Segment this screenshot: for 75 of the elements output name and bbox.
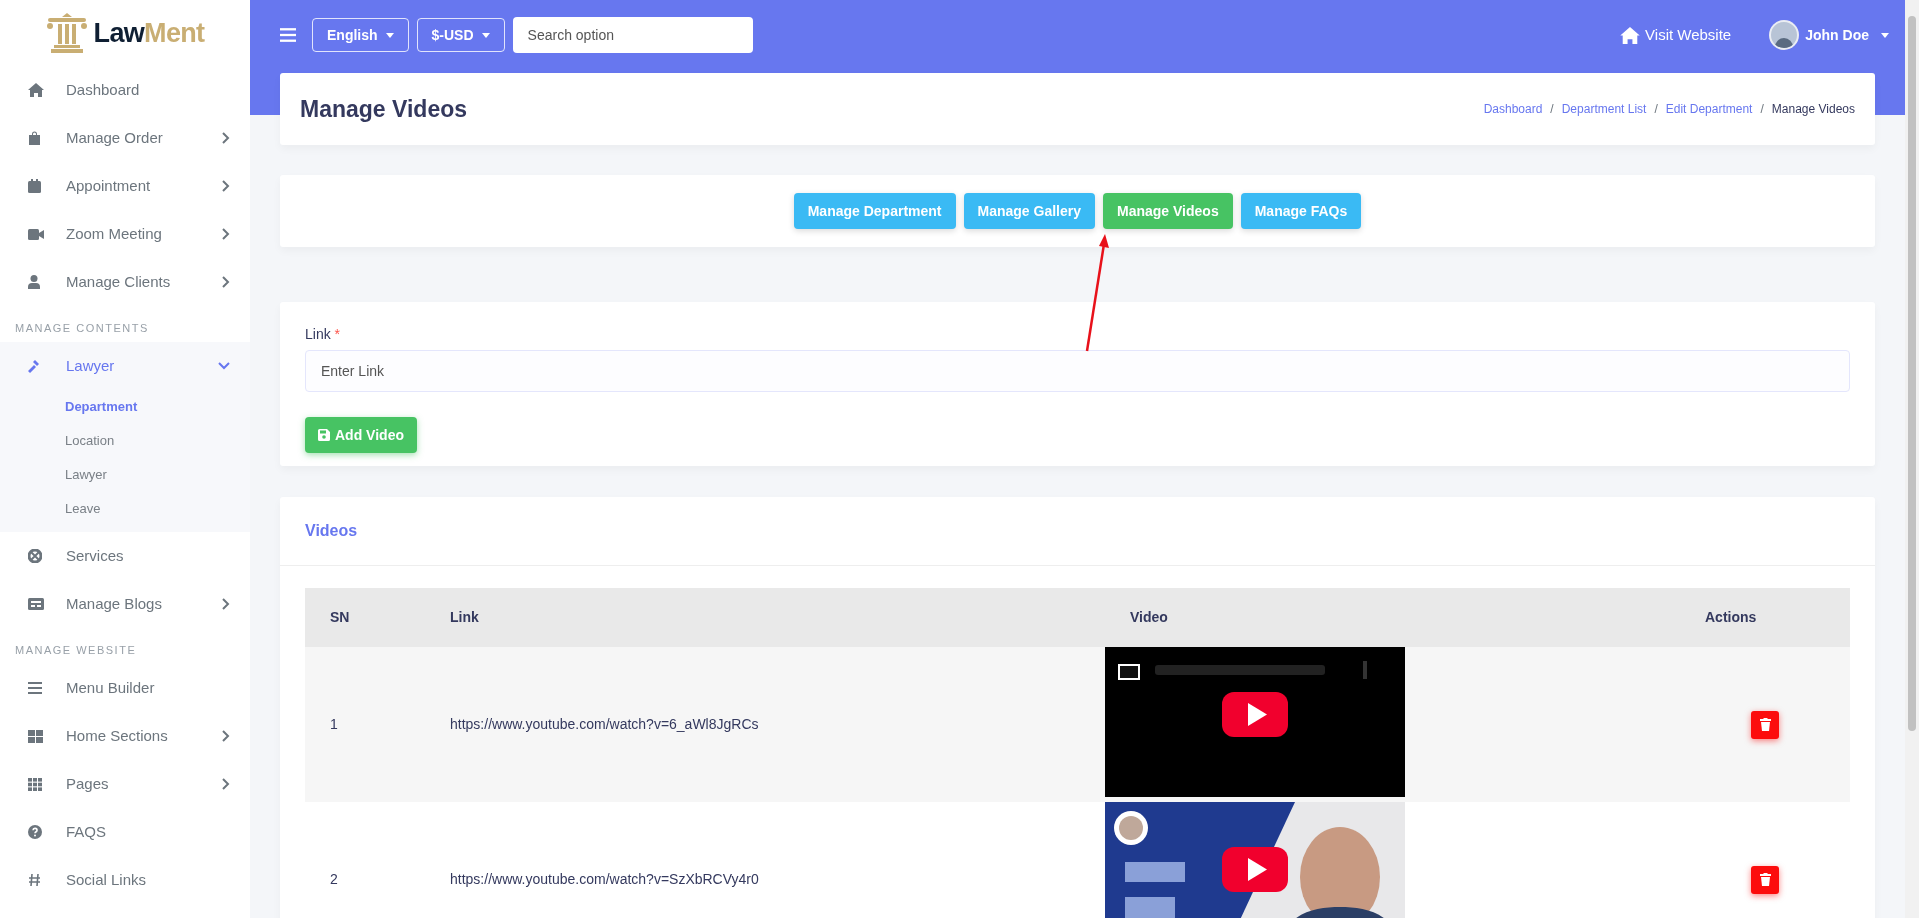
column-header: Video bbox=[1105, 588, 1680, 647]
sidebar-item[interactable]: Menu Builder bbox=[0, 664, 250, 712]
visit-website-link[interactable]: Visit Website bbox=[1620, 23, 1732, 47]
bag-icon bbox=[28, 131, 41, 145]
breadcrumb-current: Manage Videos bbox=[1771, 101, 1855, 118]
tab-button[interactable]: Manage Department bbox=[793, 193, 956, 229]
question-icon bbox=[28, 825, 42, 839]
sidebar-item[interactable]: FAQS bbox=[0, 808, 250, 856]
table-cell: https://www.youtube.com/watch?v=6_aWl8JgRCs bbox=[425, 647, 1105, 802]
tab-button[interactable]: Manage FAQs bbox=[1240, 193, 1362, 229]
sidebar-item[interactable]: Home Sections bbox=[0, 712, 250, 760]
sidebar-item[interactable]: Zoom Meeting bbox=[0, 210, 250, 258]
save-icon bbox=[318, 429, 330, 441]
grid-icon bbox=[28, 729, 43, 743]
home-icon bbox=[28, 83, 44, 97]
breadcrumb-separator: / bbox=[1550, 101, 1554, 118]
delete-button[interactable] bbox=[1751, 865, 1779, 894]
pillar-logo-icon bbox=[45, 13, 88, 53]
sidebar-item[interactable]: Manage Clients bbox=[0, 258, 250, 306]
link-input-field[interactable]: Enter Link bbox=[305, 350, 1850, 392]
home-icon bbox=[1620, 26, 1641, 44]
card-title: Videos bbox=[305, 521, 358, 541]
brand-name: LawMent bbox=[93, 16, 205, 50]
breadcrumb-separator: / bbox=[1760, 101, 1764, 118]
tab-button[interactable]: Manage Videos bbox=[1103, 193, 1233, 229]
sidebar-item[interactable]: Pages bbox=[0, 760, 250, 808]
sidebar-item[interactable]: Manage Blogs bbox=[0, 580, 250, 628]
caret-icon bbox=[385, 32, 394, 38]
search-field[interactable]: Search option bbox=[512, 17, 753, 53]
column-header: SN bbox=[305, 588, 425, 647]
sidebar-item[interactable]: Social Links bbox=[0, 856, 250, 904]
grid-icon bbox=[28, 777, 42, 791]
page-title: Manage Videos bbox=[300, 94, 468, 124]
chevron-down-icon bbox=[218, 362, 230, 370]
section-heading: MANAGE CONTENTS bbox=[14, 320, 150, 336]
language-dropdown[interactable]: English bbox=[312, 18, 409, 52]
avatar bbox=[1769, 20, 1800, 50]
tab-button[interactable]: Manage Gallery bbox=[963, 193, 1095, 229]
newspaper-icon bbox=[28, 598, 44, 610]
calendar-icon bbox=[28, 179, 41, 193]
column-header: Link bbox=[425, 588, 1105, 647]
currency-dropdown[interactable]: $-USD bbox=[416, 18, 505, 52]
menu-icon bbox=[28, 682, 42, 694]
submenu-item[interactable]: Location bbox=[0, 424, 250, 458]
video-camera-icon bbox=[28, 228, 44, 240]
caret-icon bbox=[481, 32, 490, 38]
table-cell: 2 bbox=[305, 802, 425, 918]
section-heading: MANAGE WEBSITE bbox=[14, 642, 138, 658]
breadcrumb-separator: / bbox=[1654, 101, 1658, 118]
column-header: Actions bbox=[1680, 588, 1850, 647]
lifebuoy-icon bbox=[28, 549, 42, 563]
trash-icon bbox=[1759, 718, 1771, 731]
table-cell: 1 bbox=[305, 647, 425, 802]
sidebar-item[interactable]: Appointment bbox=[0, 162, 250, 210]
hash-icon bbox=[28, 873, 41, 887]
sidebar-item[interactable]: Services bbox=[0, 532, 250, 580]
delete-button[interactable] bbox=[1751, 710, 1779, 739]
add-video-button[interactable]: Add Video bbox=[305, 417, 417, 453]
sidebar-item[interactable]: Dashboard bbox=[0, 66, 250, 114]
sidebar-item[interactable]: Manage Order bbox=[0, 114, 250, 162]
sidebar-item[interactable]: Lawyer bbox=[0, 342, 250, 390]
menu-icon bbox=[280, 28, 296, 42]
field-label: Link * bbox=[305, 325, 342, 344]
user-menu[interactable]: John Doe bbox=[1769, 20, 1889, 50]
trash-icon bbox=[1759, 873, 1771, 886]
user-icon bbox=[28, 275, 40, 289]
breadcrumb-link[interactable]: Dashboard bbox=[1483, 100, 1543, 118]
breadcrumb-link[interactable]: Edit Department bbox=[1665, 100, 1753, 118]
submenu-item[interactable]: Leave bbox=[0, 492, 250, 526]
submenu-item[interactable]: Lawyer bbox=[0, 458, 250, 492]
submenu-item[interactable]: Department bbox=[0, 390, 250, 424]
breadcrumb-link[interactable]: Department List bbox=[1561, 100, 1647, 118]
caret-icon bbox=[1881, 32, 1889, 38]
table-cell: https://www.youtube.com/watch?v=SzXbRCVy4r0 bbox=[425, 802, 1105, 918]
gavel-icon bbox=[28, 359, 42, 373]
